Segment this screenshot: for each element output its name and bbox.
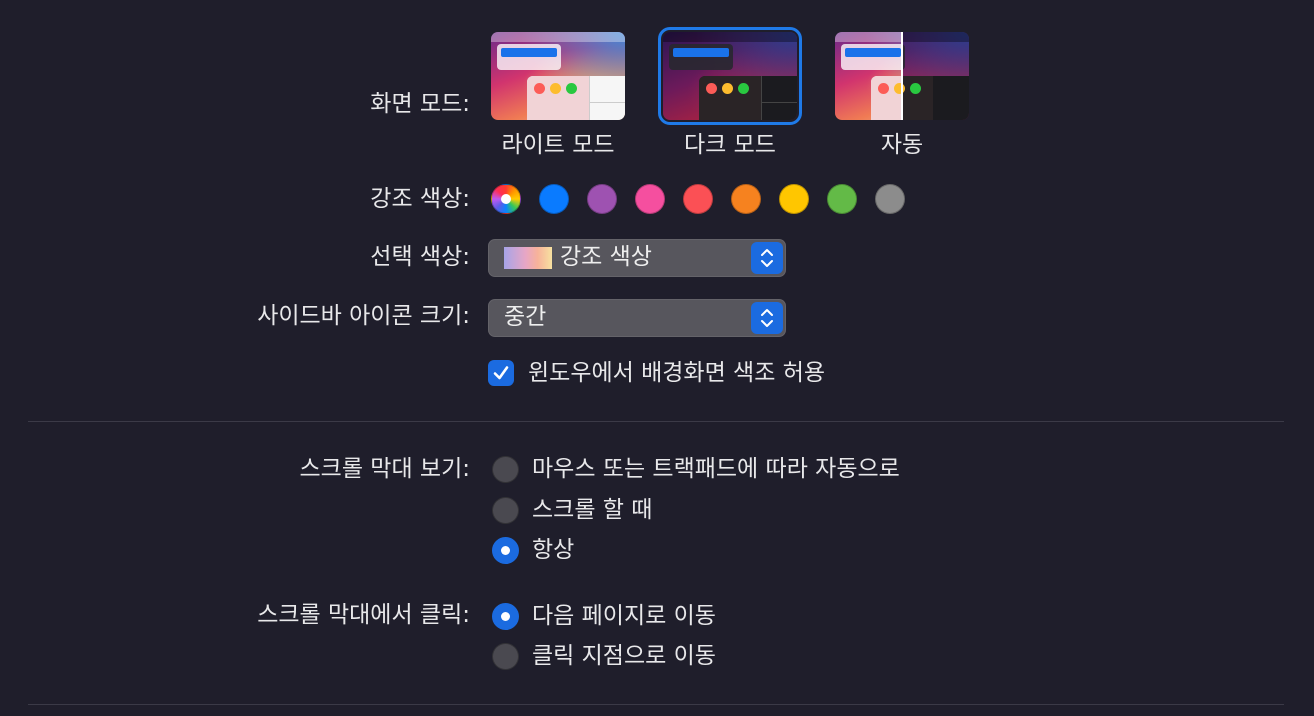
section-divider	[28, 421, 1284, 422]
popup-chevron-updown-icon	[751, 242, 783, 274]
accent-purple-swatch[interactable]	[587, 184, 617, 214]
accent-yellow-swatch[interactable]	[779, 184, 809, 214]
section-divider-bottom	[28, 704, 1284, 705]
jump-clicked-spot-label[interactable]: 클릭 지점으로 이동	[532, 641, 716, 671]
accent-orange-swatch[interactable]	[731, 184, 761, 214]
appearance-auto-thumbnail[interactable]	[835, 32, 969, 120]
click-scroll-bar-label: 스크롤 막대에서 클릭:	[257, 602, 470, 628]
highlight-color-value: 강조 색상	[560, 244, 652, 270]
scroll-bars-always-label[interactable]: 항상	[532, 535, 574, 565]
general-preferences-pane: 화면 모드: 라이트 모드 다크 모드 자동 강조 색상: 선택 색상: 강조 …	[0, 0, 1314, 716]
appearance-auto-label[interactable]: 자동	[812, 130, 992, 160]
jump-next-page-radio[interactable]	[492, 603, 519, 630]
wallpaper-tinting-label[interactable]: 윈도우에서 배경화면 색조 허용	[528, 358, 825, 388]
appearance-dark-label[interactable]: 다크 모드	[640, 130, 820, 160]
accent-blue-swatch[interactable]	[539, 184, 569, 214]
accent-color-label: 강조 색상:	[370, 186, 470, 212]
appearance-label: 화면 모드:	[370, 91, 470, 117]
sidebar-icon-size-label: 사이드바 아이콘 크기:	[257, 303, 470, 329]
scroll-bars-always-radio[interactable]	[492, 537, 519, 564]
scroll-bars-when-scrolling-label[interactable]: 스크롤 할 때	[532, 495, 652, 525]
jump-next-page-label[interactable]: 다음 페이지로 이동	[532, 601, 716, 631]
accent-graphite-swatch[interactable]	[875, 184, 905, 214]
accent-red-swatch[interactable]	[683, 184, 713, 214]
scroll-bars-when-scrolling-radio[interactable]	[492, 497, 519, 524]
appearance-light-label[interactable]: 라이트 모드	[468, 130, 648, 160]
appearance-dark-thumbnail[interactable]	[658, 27, 802, 125]
highlight-color-label: 선택 색상:	[370, 244, 470, 270]
accent-pink-swatch[interactable]	[635, 184, 665, 214]
sidebar-icon-size-popup[interactable]: 중간	[488, 299, 786, 337]
accent-multicolor-swatch[interactable]	[491, 184, 521, 214]
scroll-bars-automatic-label[interactable]: 마우스 또는 트랙패드에 따라 자동으로	[532, 454, 900, 484]
popup-chevron-updown-icon	[751, 302, 783, 334]
wallpaper-tinting-checkbox[interactable]	[488, 360, 514, 386]
accent-green-swatch[interactable]	[827, 184, 857, 214]
jump-clicked-spot-radio[interactable]	[492, 643, 519, 670]
highlight-color-popup[interactable]: 강조 색상	[488, 239, 786, 277]
show-scroll-bars-label: 스크롤 막대 보기:	[299, 456, 471, 482]
highlight-color-preview	[504, 247, 552, 269]
checkmark-icon	[493, 366, 509, 380]
scroll-bars-automatic-radio[interactable]	[492, 456, 519, 483]
sidebar-icon-size-value: 중간	[504, 304, 547, 330]
appearance-light-thumbnail[interactable]	[491, 32, 625, 120]
